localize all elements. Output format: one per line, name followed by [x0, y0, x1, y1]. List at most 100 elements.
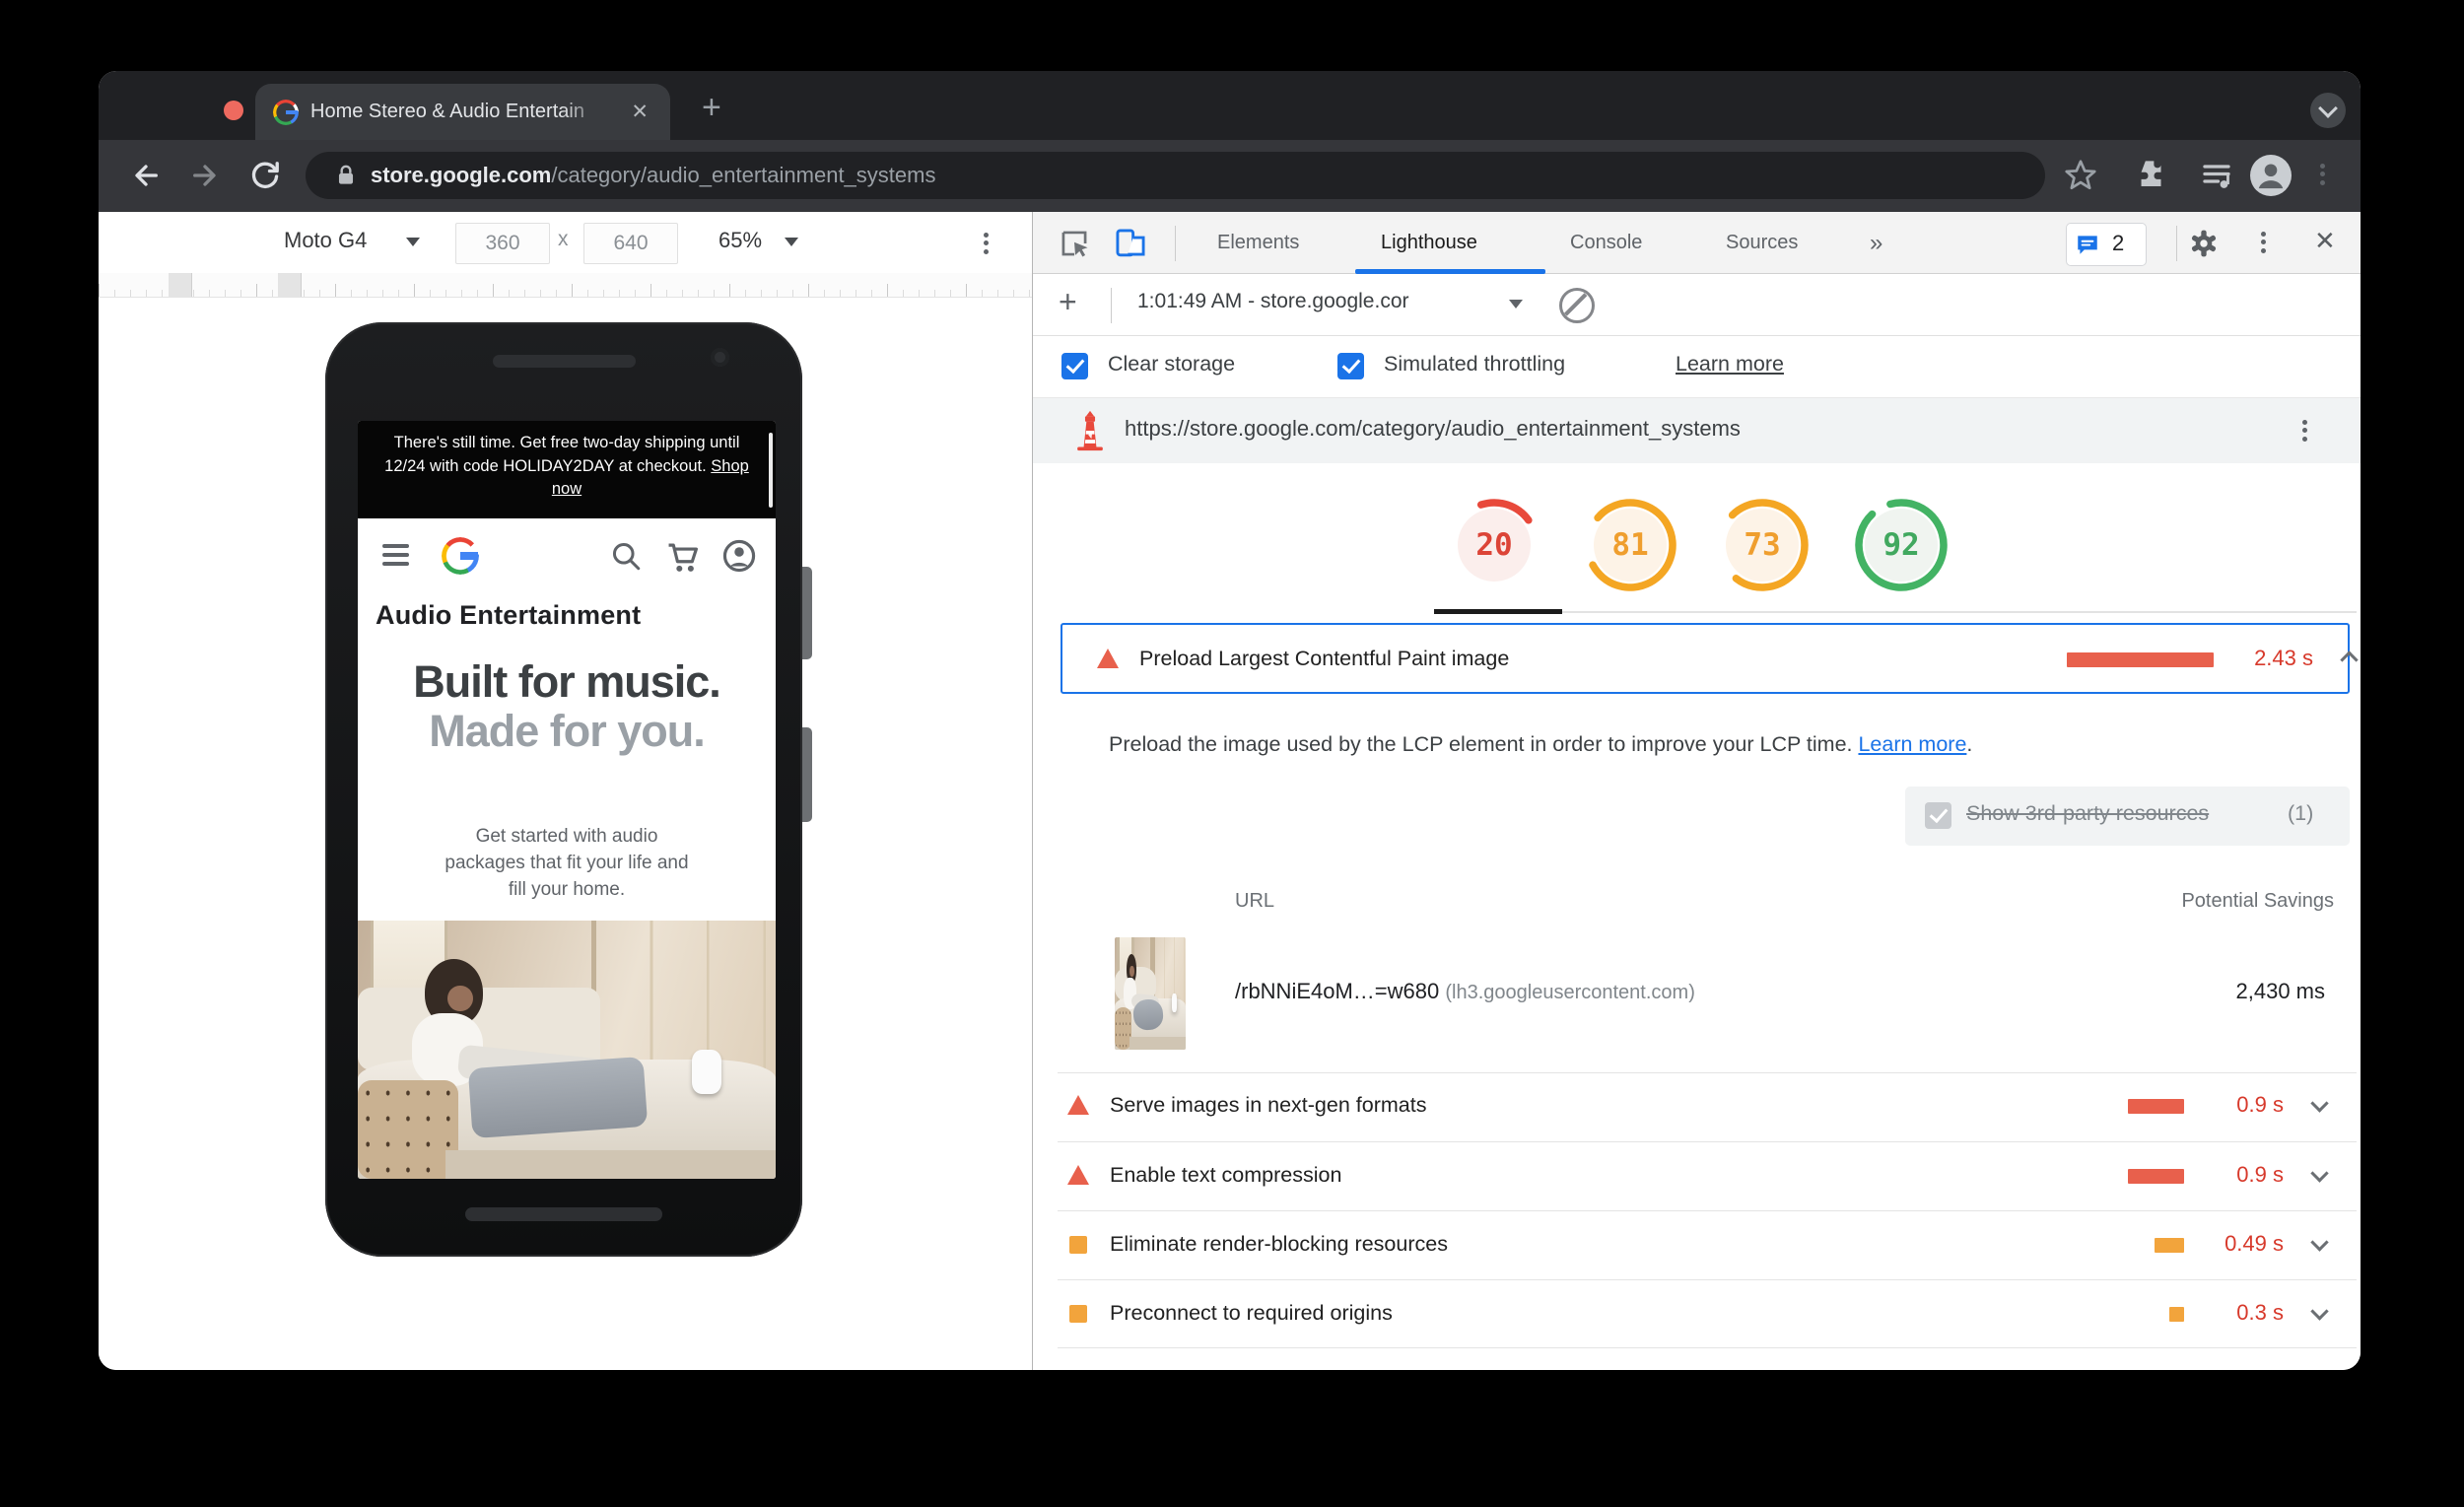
devtools-tabbar: Elements Lighthouse Console Sources » 2 [1033, 212, 2361, 274]
lcp-image-thumbnail [1115, 937, 1186, 1050]
issues-chat-icon [2078, 236, 2097, 254]
promo-banner: There's still time. Get free two-day shi… [358, 421, 776, 518]
device-select[interactable]: Moto G4 [284, 228, 367, 253]
extensions-puzzle-icon[interactable] [2133, 158, 2168, 193]
performance-gauge[interactable]: 20 [1447, 498, 1541, 592]
average-square-icon [1069, 1236, 1087, 1254]
resource-host: (lh3.googleusercontent.com) [1445, 982, 1695, 1003]
browser-menu-kebab-icon[interactable] [2318, 160, 2326, 188]
expand-chevron-icon[interactable] [2310, 1164, 2329, 1183]
throttling-checkbox[interactable] [1337, 353, 1364, 379]
report-kebab-icon[interactable] [2300, 416, 2308, 445]
collapse-chevron-icon[interactable] [2340, 651, 2359, 669]
device-select-caret-icon [406, 238, 420, 246]
lighthouse-options-row: Clear storage Simulated throttling Learn… [1033, 336, 2361, 398]
more-tabs-button[interactable]: » [1870, 212, 1882, 274]
divider [1058, 1347, 2357, 1348]
forward-icon[interactable] [187, 158, 223, 193]
ruler-corner-block [278, 273, 302, 297]
profile-avatar[interactable] [2250, 155, 2292, 196]
account-icon[interactable] [720, 537, 758, 575]
chevron-down-icon [2318, 99, 2338, 118]
tab-elements[interactable]: Elements [1217, 212, 1299, 274]
bookmark-star-icon[interactable] [2063, 158, 2098, 193]
phone-volume-button [802, 727, 812, 822]
accessibility-gauge[interactable]: 81 [1583, 498, 1677, 592]
fail-triangle-icon [1097, 649, 1119, 668]
savings-bar [2067, 652, 2214, 667]
savings-value: 2.43 s [2254, 646, 2313, 670]
audit-learn-more-link[interactable]: Learn more [1858, 732, 1966, 756]
devtools-pane: Elements Lighthouse Console Sources » 2 [1032, 212, 2361, 1370]
inspect-element-icon[interactable] [1059, 228, 1090, 259]
settings-gear-icon[interactable] [2188, 228, 2220, 259]
tab-search-button[interactable] [2310, 93, 2346, 128]
device-toolbar-toggle-icon[interactable] [1114, 227, 1147, 260]
category-title: Audio Entertainment [376, 600, 642, 630]
issues-button[interactable]: 2 [2066, 223, 2147, 266]
search-icon[interactable] [608, 538, 644, 574]
column-header-url: URL [1235, 890, 1275, 912]
expand-chevron-icon[interactable] [2310, 1094, 2329, 1113]
ruler-corner-block [169, 273, 192, 297]
clear-storage-label: Clear storage [1108, 352, 1236, 376]
third-party-filter: Show 3rd-party resources (1) [1905, 787, 2350, 846]
tab-sources[interactable]: Sources [1726, 212, 1798, 274]
address-bar[interactable]: store.google.com/category/audio_entertai… [306, 152, 2045, 199]
page-scrollbar[interactable] [769, 433, 773, 508]
reload-icon[interactable] [247, 158, 283, 193]
devtools-menu-kebab-icon[interactable] [2259, 228, 2267, 256]
column-header-savings: Potential Savings [2181, 890, 2334, 912]
hero-subtitle: Get started with audio packages that fit… [445, 826, 689, 900]
tab-console[interactable]: Console [1570, 212, 1642, 274]
clear-reports-icon[interactable] [1559, 288, 1595, 323]
back-icon[interactable] [128, 158, 164, 193]
device-ruler [99, 273, 1032, 298]
viewport-width-input[interactable]: 360 [455, 223, 550, 264]
fail-triangle-icon [1067, 1165, 1089, 1185]
new-tab-button[interactable]: + [702, 91, 721, 124]
issues-count: 2 [2112, 231, 2125, 255]
media-controls-icon[interactable] [2199, 158, 2234, 193]
cart-icon[interactable] [663, 538, 701, 576]
device-emulation-pane: Moto G4 360 x 640 65% There's still time… [99, 212, 1032, 1370]
new-report-button[interactable]: + [1059, 284, 1077, 320]
phone-camera [711, 348, 729, 367]
devtools-close-icon[interactable]: ✕ [2314, 226, 2336, 256]
savings-bar [2169, 1307, 2184, 1322]
url-text: store.google.com/category/audio_entertai… [371, 163, 936, 187]
device-toolbar-kebab-icon[interactable] [982, 229, 990, 257]
divider [1111, 288, 1112, 323]
divider [2176, 226, 2177, 261]
zoom-select[interactable]: 65% [719, 228, 762, 253]
tab-strip: Home Stereo & Audio Entertain ✕ + [99, 71, 2361, 140]
tab-favicon-google-icon [273, 100, 299, 125]
third-party-checkbox[interactable] [1925, 802, 1951, 829]
savings-bar [2128, 1169, 2184, 1184]
hamburger-menu-icon[interactable] [382, 544, 409, 571]
divider [1058, 1141, 2357, 1142]
phone-screen: There's still time. Get free two-day shi… [358, 421, 776, 1179]
best-practices-gauge[interactable]: 73 [1715, 498, 1810, 592]
clear-storage-checkbox[interactable] [1061, 353, 1088, 379]
seo-gauge[interactable]: 92 [1854, 498, 1949, 592]
lighthouse-icon [1077, 410, 1103, 451]
expand-chevron-icon[interactable] [2310, 1233, 2329, 1252]
expand-chevron-icon[interactable] [2310, 1302, 2329, 1321]
viewport-height-input[interactable]: 640 [583, 223, 678, 264]
audit-row-preload-lcp[interactable]: Preload Largest Contentful Paint image 2… [1061, 623, 2359, 694]
tab-close-icon[interactable]: ✕ [631, 101, 649, 124]
audited-url: https://store.google.com/category/audio_… [1125, 416, 1741, 441]
fail-triangle-icon [1067, 1095, 1089, 1115]
close-window-button[interactable] [224, 101, 243, 120]
throttling-learn-more-link[interactable]: Learn more [1676, 352, 1784, 377]
google-logo-icon[interactable] [442, 537, 479, 575]
savings-bar [2128, 1099, 2184, 1114]
average-square-icon [1069, 1305, 1087, 1323]
tab-lighthouse[interactable]: Lighthouse [1381, 212, 1477, 274]
browser-tab[interactable]: Home Stereo & Audio Entertain ✕ [255, 84, 670, 140]
tab-title: Home Stereo & Audio Entertain [310, 101, 584, 122]
category-indicator [1434, 609, 1562, 614]
report-select[interactable]: 1:01:49 AM - store.google.cor [1137, 290, 1409, 313]
hero-heading: Built for music. Made for you. [413, 656, 721, 756]
